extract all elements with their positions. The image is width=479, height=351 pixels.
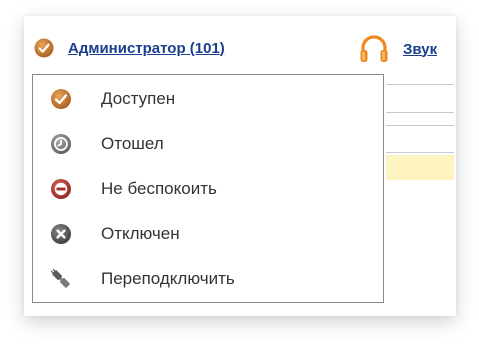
sound-link[interactable]: Звук <box>403 41 437 58</box>
menu-item-label: Отключен <box>101 224 180 243</box>
stage: Администратор (101) Звук Доступен Отошел… <box>0 0 479 351</box>
menu-item-do-not-disturb[interactable]: Не беспокоить <box>33 167 383 211</box>
menu-item-label: Отошел <box>101 134 164 153</box>
table-divider <box>386 84 454 85</box>
do-not-disturb-icon <box>51 179 71 199</box>
menu-item-label: Доступен <box>101 89 176 108</box>
user-status-header[interactable]: Администратор (101) <box>34 38 225 58</box>
offline-x-icon <box>51 224 71 244</box>
menu-item-offline[interactable]: Отключен <box>33 212 383 256</box>
table-divider <box>386 125 454 126</box>
user-name-link[interactable]: Администратор (101) <box>68 40 225 57</box>
status-dropdown-menu: Доступен Отошел Не беспокоить Отключен П… <box>32 74 384 303</box>
headphones-icon <box>360 35 388 62</box>
menu-item-available[interactable]: Доступен <box>33 77 383 121</box>
away-clock-icon <box>51 134 71 154</box>
menu-item-label: Не беспокоить <box>101 179 217 198</box>
available-check-icon <box>34 38 54 58</box>
menu-item-reconnect[interactable]: Переподключить <box>33 257 383 301</box>
available-check-icon <box>51 89 71 109</box>
menu-item-away[interactable]: Отошел <box>33 122 383 166</box>
sound-control[interactable]: Звук <box>357 32 437 66</box>
table-divider <box>386 152 454 153</box>
menu-item-label: Переподключить <box>101 269 235 288</box>
table-divider <box>386 112 454 113</box>
reconnect-plug-icon <box>50 268 70 288</box>
highlighted-row <box>386 155 454 180</box>
